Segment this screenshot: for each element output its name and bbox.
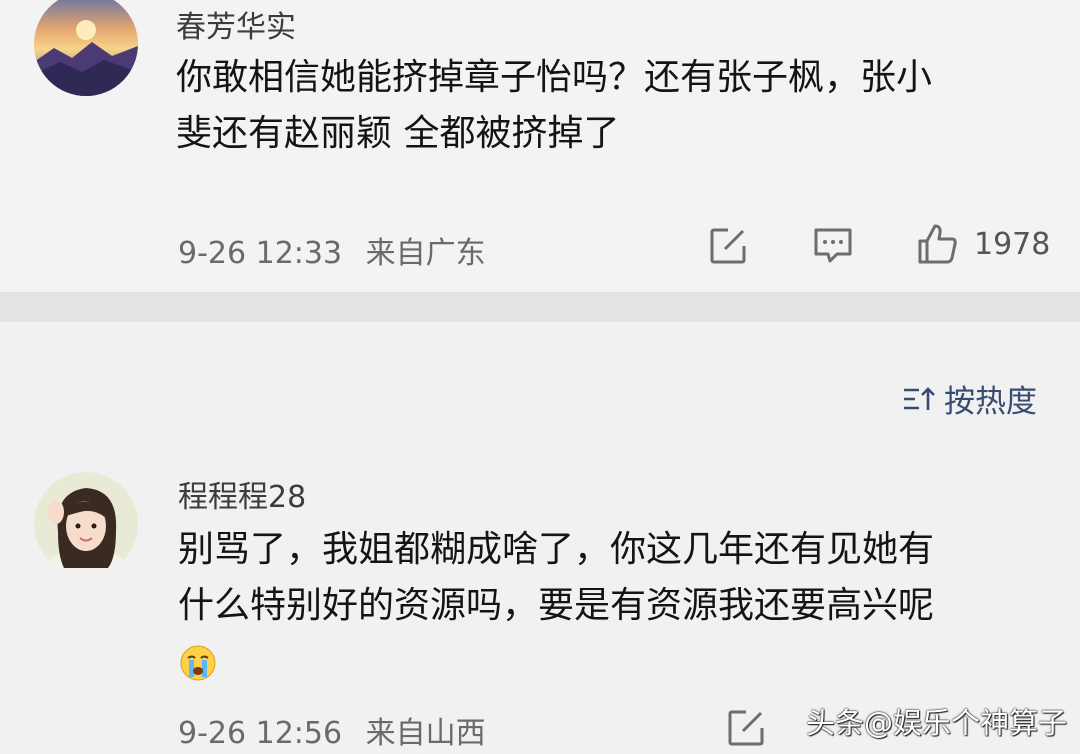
comment-text-line: 你敢相信她能挤掉章子怡吗？还有张子枫，张小 <box>176 57 933 98</box>
comment-location: 来自山西 <box>365 716 486 751</box>
comment-item: 春芳华实 你敢相信她能挤掉章子怡吗？还有张子枫，张小 斐还有赵丽颖 全都被挤掉了… <box>0 0 1080 292</box>
thumbs-up-icon <box>918 224 957 264</box>
comment-text-line: 别骂了，我姐都糊成啥了，你这几年还有见她有 <box>178 529 935 570</box>
user-avatar[interactable] <box>34 0 138 96</box>
comment-time: 9-26 12:56 <box>178 716 343 751</box>
share-button[interactable] <box>726 708 766 748</box>
like-count: 1978 <box>974 226 1051 262</box>
comment-time: 9-26 12:33 <box>178 236 343 271</box>
reply-button[interactable] <box>812 226 854 266</box>
section-divider <box>0 292 1080 322</box>
comment-text-line: 斐还有赵丽颖 全都被挤掉了 <box>176 113 620 154</box>
watermark: 头条@娱乐个神算子 <box>806 706 1068 740</box>
like-button[interactable]: 1978 <box>916 222 1050 266</box>
comment-location: 来自广东 <box>365 236 486 271</box>
comment-bubble-icon <box>814 228 852 263</box>
comment-meta: 9-26 12:33 来自广东 <box>178 228 486 272</box>
share-button[interactable] <box>708 226 748 266</box>
comment-meta: 9-26 12:56 来自山西 <box>178 708 486 752</box>
comment-emoji-line <box>178 634 1038 690</box>
sunset-mountains-avatar-icon <box>34 0 138 96</box>
share-edit-icon <box>728 710 764 746</box>
crying-face-emoji-icon <box>180 645 216 681</box>
comment-username[interactable]: 程程程28 <box>178 472 306 516</box>
comment-text-line: 什么特别好的资源吗，要是有资源我还要高兴呢 <box>178 585 935 626</box>
comment-username[interactable]: 春芳华实 <box>176 2 296 46</box>
girl-portrait-avatar-icon <box>34 472 138 576</box>
user-avatar[interactable] <box>34 472 138 576</box>
share-edit-icon <box>710 228 746 264</box>
comment-text: 别骂了，我姐都糊成啥了，你这几年还有见她有 什么特别好的资源吗，要是有资源我还要… <box>178 522 1038 690</box>
comment-text: 你敢相信她能挤掉章子怡吗？还有张子枫，张小 斐还有赵丽颖 全都被挤掉了 <box>176 50 1036 162</box>
